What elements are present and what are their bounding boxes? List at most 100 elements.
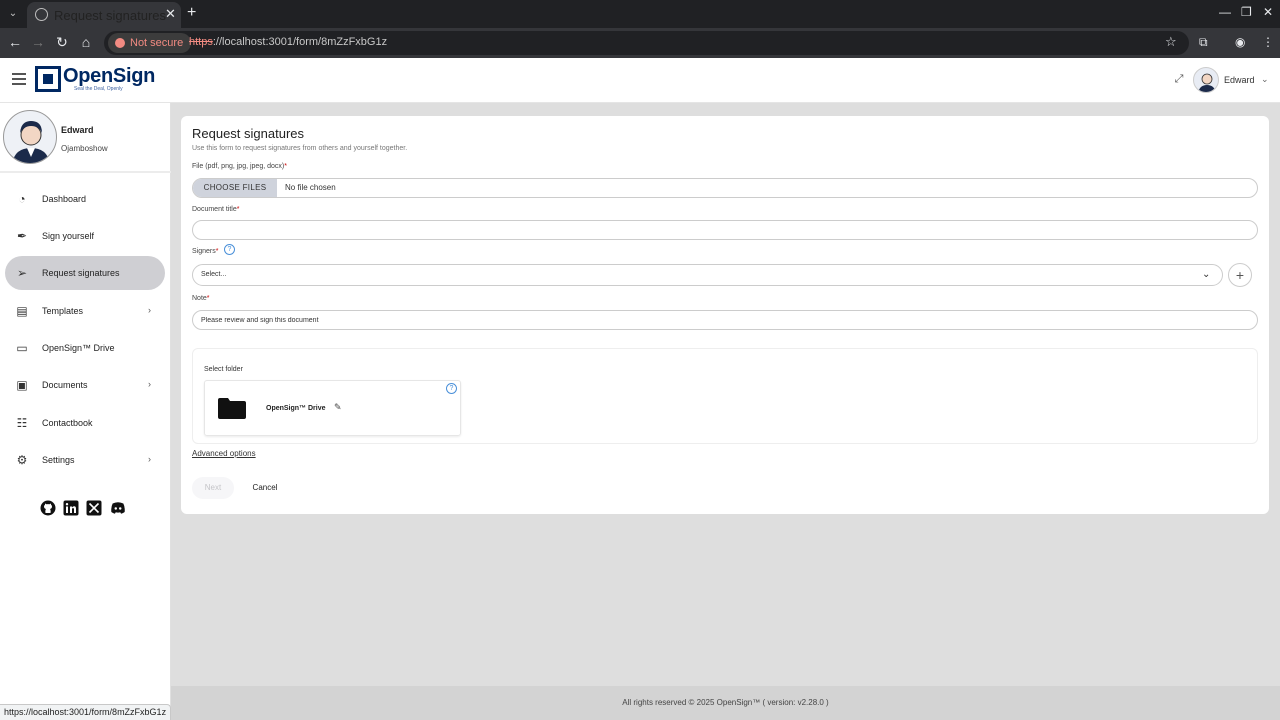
sidebar-item-drive[interactable]: ▭ OpenSign™ Drive — [5, 331, 165, 365]
sidebar-item-label: Documents — [42, 380, 88, 390]
chevron-down-icon[interactable]: ⌄ — [1261, 74, 1269, 85]
templates-icon: ▤ — [16, 304, 28, 318]
user-avatar-icon — [1198, 73, 1216, 92]
browser-toolbar: ← → ↻ ⌂ Not secure https://localhost:300… — [0, 28, 1280, 58]
browser-tab[interactable]: Request signatures - OpenSign™ ✕ — [27, 2, 181, 28]
advanced-options-link[interactable]: Advanced options — [192, 449, 256, 458]
document-title-label: Document title* — [192, 206, 239, 213]
add-signer-button[interactable]: + — [1228, 263, 1252, 287]
file-status: No file chosen — [285, 183, 336, 192]
required-mark: * — [215, 248, 219, 255]
sidebar-item-templates[interactable]: ▤ Templates › — [5, 294, 165, 328]
hamburger-menu-icon[interactable] — [12, 73, 26, 85]
signers-label: Signers* — [192, 248, 218, 255]
signers-placeholder: Select... — [201, 271, 227, 278]
status-bar-url: https://localhost:3001/form/8mZzFxbG1z — [0, 704, 172, 720]
reload-icon[interactable]: ↻ — [53, 34, 71, 51]
signers-select[interactable]: Select... ⌄ — [192, 264, 1223, 286]
sidebar-item-label: Dashboard — [42, 194, 87, 204]
document-title-input[interactable] — [192, 220, 1258, 240]
contactbook-icon: ☷ — [16, 416, 28, 430]
folder-panel: Select folder OpenSign™ Drive ✎ ? — [192, 348, 1258, 444]
sidebar-item-label: Request signatures — [42, 268, 120, 278]
window-close-icon[interactable]: ✕ — [1263, 5, 1273, 19]
folder-help-icon[interactable]: ? — [446, 383, 457, 394]
new-tab-plus-icon[interactable]: + — [187, 4, 196, 22]
not-secure-badge[interactable]: Not secure — [108, 33, 192, 53]
github-icon[interactable] — [40, 500, 56, 516]
sidebar-item-request-signatures[interactable]: ➢ Request signatures — [5, 256, 165, 290]
sidebar-item-label: Templates — [42, 306, 84, 316]
page-title: Request signatures — [192, 126, 305, 141]
next-button[interactable]: Next — [192, 477, 234, 499]
profile-avatar[interactable] — [3, 110, 57, 164]
signers-help-icon[interactable]: ? — [224, 244, 235, 255]
logo-text[interactable]: OpenSign — [63, 65, 155, 88]
address-bar[interactable]: Not secure https://localhost:3001/form/8… — [104, 31, 1189, 55]
note-label-text: Note — [192, 295, 207, 302]
profile-section: Edward Ojamboshow — [0, 103, 171, 173]
browser-tab-bar: ⌄ Request signatures - OpenSign™ ✕ + — ❐… — [0, 0, 1280, 28]
opensign-logo-icon[interactable] — [35, 66, 61, 92]
choose-files-button[interactable]: CHOOSE FILES — [193, 179, 277, 197]
note-input[interactable] — [192, 310, 1258, 330]
url-protocol: https — [189, 36, 213, 48]
edit-pencil-icon[interactable]: ✎ — [334, 402, 342, 413]
sidebar-item-dashboard[interactable]: ◔ Dashboard — [5, 182, 165, 216]
fullscreen-icon[interactable]: ⤢ — [1173, 73, 1185, 85]
required-mark: * — [284, 163, 287, 170]
file-label: File (pdf, png, jpg, jpeg, docx)* — [192, 163, 287, 170]
folder-icon: ▭ — [16, 341, 28, 355]
documents-icon: ▣ — [16, 378, 28, 392]
sidebar: Edward Ojamboshow ◔ Dashboard ✒ Sign you… — [0, 103, 171, 720]
file-label-text: File (pdf, png, jpg, jpeg, docx) — [192, 163, 285, 170]
footer-text: All rights reserved © 2025 OpenSign™ ( v… — [622, 698, 829, 707]
gear-icon: ⚙ — [16, 453, 28, 467]
sidebar-item-label: Contactbook — [42, 418, 93, 428]
sidebar-item-label: Sign yourself — [42, 231, 95, 241]
sidebar-item-sign-yourself[interactable]: ✒ Sign yourself — [5, 219, 165, 253]
profile-name: Edward — [61, 125, 94, 135]
pen-icon: ✒ — [16, 229, 28, 243]
header-avatar[interactable] — [1193, 67, 1219, 93]
dashboard-icon: ◔ — [18, 192, 26, 206]
sidebar-item-documents[interactable]: ▣ Documents › — [5, 368, 165, 402]
minimize-icon[interactable]: — — [1219, 5, 1231, 19]
required-mark: * — [206, 295, 210, 302]
page-subtitle: Use this form to request signatures from… — [192, 145, 408, 152]
home-icon[interactable]: ⌂ — [77, 34, 95, 50]
tab-close-icon[interactable]: ✕ — [165, 6, 176, 22]
browser-menu-icon[interactable]: ⋮ — [1262, 35, 1274, 49]
folder-icon — [218, 398, 246, 419]
discord-icon[interactable] — [110, 500, 126, 516]
signers-label-text: Signers — [192, 248, 216, 255]
select-folder-label: Select folder — [204, 366, 243, 373]
linkedin-icon[interactable] — [63, 500, 79, 516]
note-label: Note* — [192, 295, 210, 302]
sidebar-item-label: Settings — [42, 455, 75, 465]
folder-name: OpenSign™ Drive — [266, 405, 326, 412]
request-signatures-form: Request signatures Use this form to requ… — [181, 116, 1269, 514]
tab-title: Request signatures - OpenSign™ — [54, 8, 166, 23]
bookmark-star-icon[interactable]: ☆ — [1165, 34, 1177, 50]
restore-icon[interactable]: ❐ — [1241, 5, 1252, 19]
sidebar-item-settings[interactable]: ⚙ Settings › — [5, 443, 165, 477]
logo-tagline: Seal the Deal, Openly — [74, 86, 123, 92]
tab-search-chevron-icon[interactable]: ⌄ — [5, 6, 21, 22]
extensions-icon[interactable]: ⧉ — [1199, 35, 1208, 50]
sidebar-item-contactbook[interactable]: ☷ Contactbook — [5, 406, 165, 440]
cancel-button[interactable]: Cancel — [243, 477, 287, 499]
x-icon[interactable] — [86, 500, 102, 516]
footer: All rights reserved © 2025 OpenSign™ ( v… — [171, 686, 1280, 720]
profile-icon[interactable]: ◉ — [1235, 35, 1245, 49]
file-input[interactable]: CHOOSE FILES No file chosen — [192, 178, 1258, 198]
globe-icon — [35, 8, 48, 21]
folder-card[interactable]: OpenSign™ Drive ✎ ? — [204, 380, 461, 436]
url-text[interactable]: https://localhost:3001/form/8mZzFxbG1z — [189, 36, 387, 48]
forward-arrow-icon[interactable]: → — [29, 34, 47, 50]
back-arrow-icon[interactable]: ← — [6, 34, 24, 50]
chevron-right-icon: › — [148, 305, 151, 315]
chevron-right-icon: › — [148, 454, 151, 464]
chevron-down-icon: ⌄ — [1202, 269, 1211, 280]
header-user-name[interactable]: Edward — [1224, 75, 1255, 85]
